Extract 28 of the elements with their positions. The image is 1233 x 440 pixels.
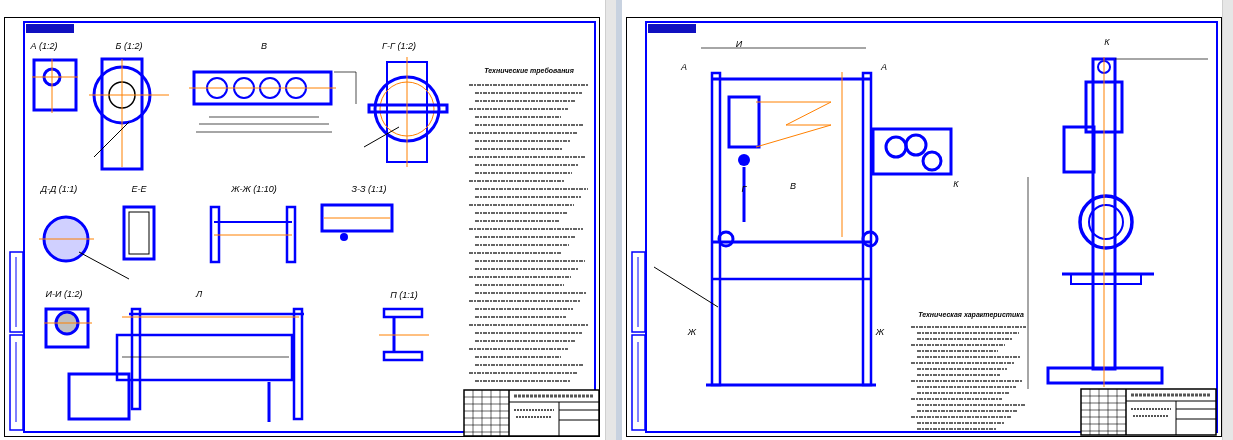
stamp-drawing	[26, 24, 74, 33]
view-label: В	[261, 41, 267, 51]
view-label: П (1:1)	[390, 290, 418, 300]
scroll-bar[interactable]	[605, 0, 616, 440]
view-label: А	[881, 62, 887, 72]
view-label: Ж	[875, 327, 885, 337]
view-label: Ж	[687, 327, 697, 337]
view-label: Л	[195, 289, 203, 299]
view-a-drawing	[31, 58, 79, 114]
view-label: В	[790, 181, 796, 191]
view-label: А	[681, 62, 687, 72]
view-label: Г-Г (1:2)	[382, 41, 416, 51]
section-i-drawing	[43, 307, 93, 349]
view-label: Д-Д (1:1)	[40, 184, 78, 194]
view-label: К	[953, 179, 959, 189]
view-label: А (1:2)	[30, 41, 58, 51]
scroll-bar[interactable]	[1222, 0, 1233, 440]
view-label: Г	[741, 184, 747, 194]
view-label: И	[735, 39, 743, 49]
section-e-drawing	[122, 205, 156, 261]
stamp-drawing	[648, 24, 696, 33]
view-label: Б (1:2)	[115, 41, 143, 51]
view-label: Е-Е	[131, 184, 147, 194]
view-label: Ж-Ж (1:10)	[231, 184, 277, 194]
view-label: К	[1104, 37, 1110, 47]
view-p-drawing	[378, 307, 430, 362]
view-label: И-И (1:2)	[45, 289, 83, 299]
view-label: З-З (1:1)	[351, 184, 387, 194]
